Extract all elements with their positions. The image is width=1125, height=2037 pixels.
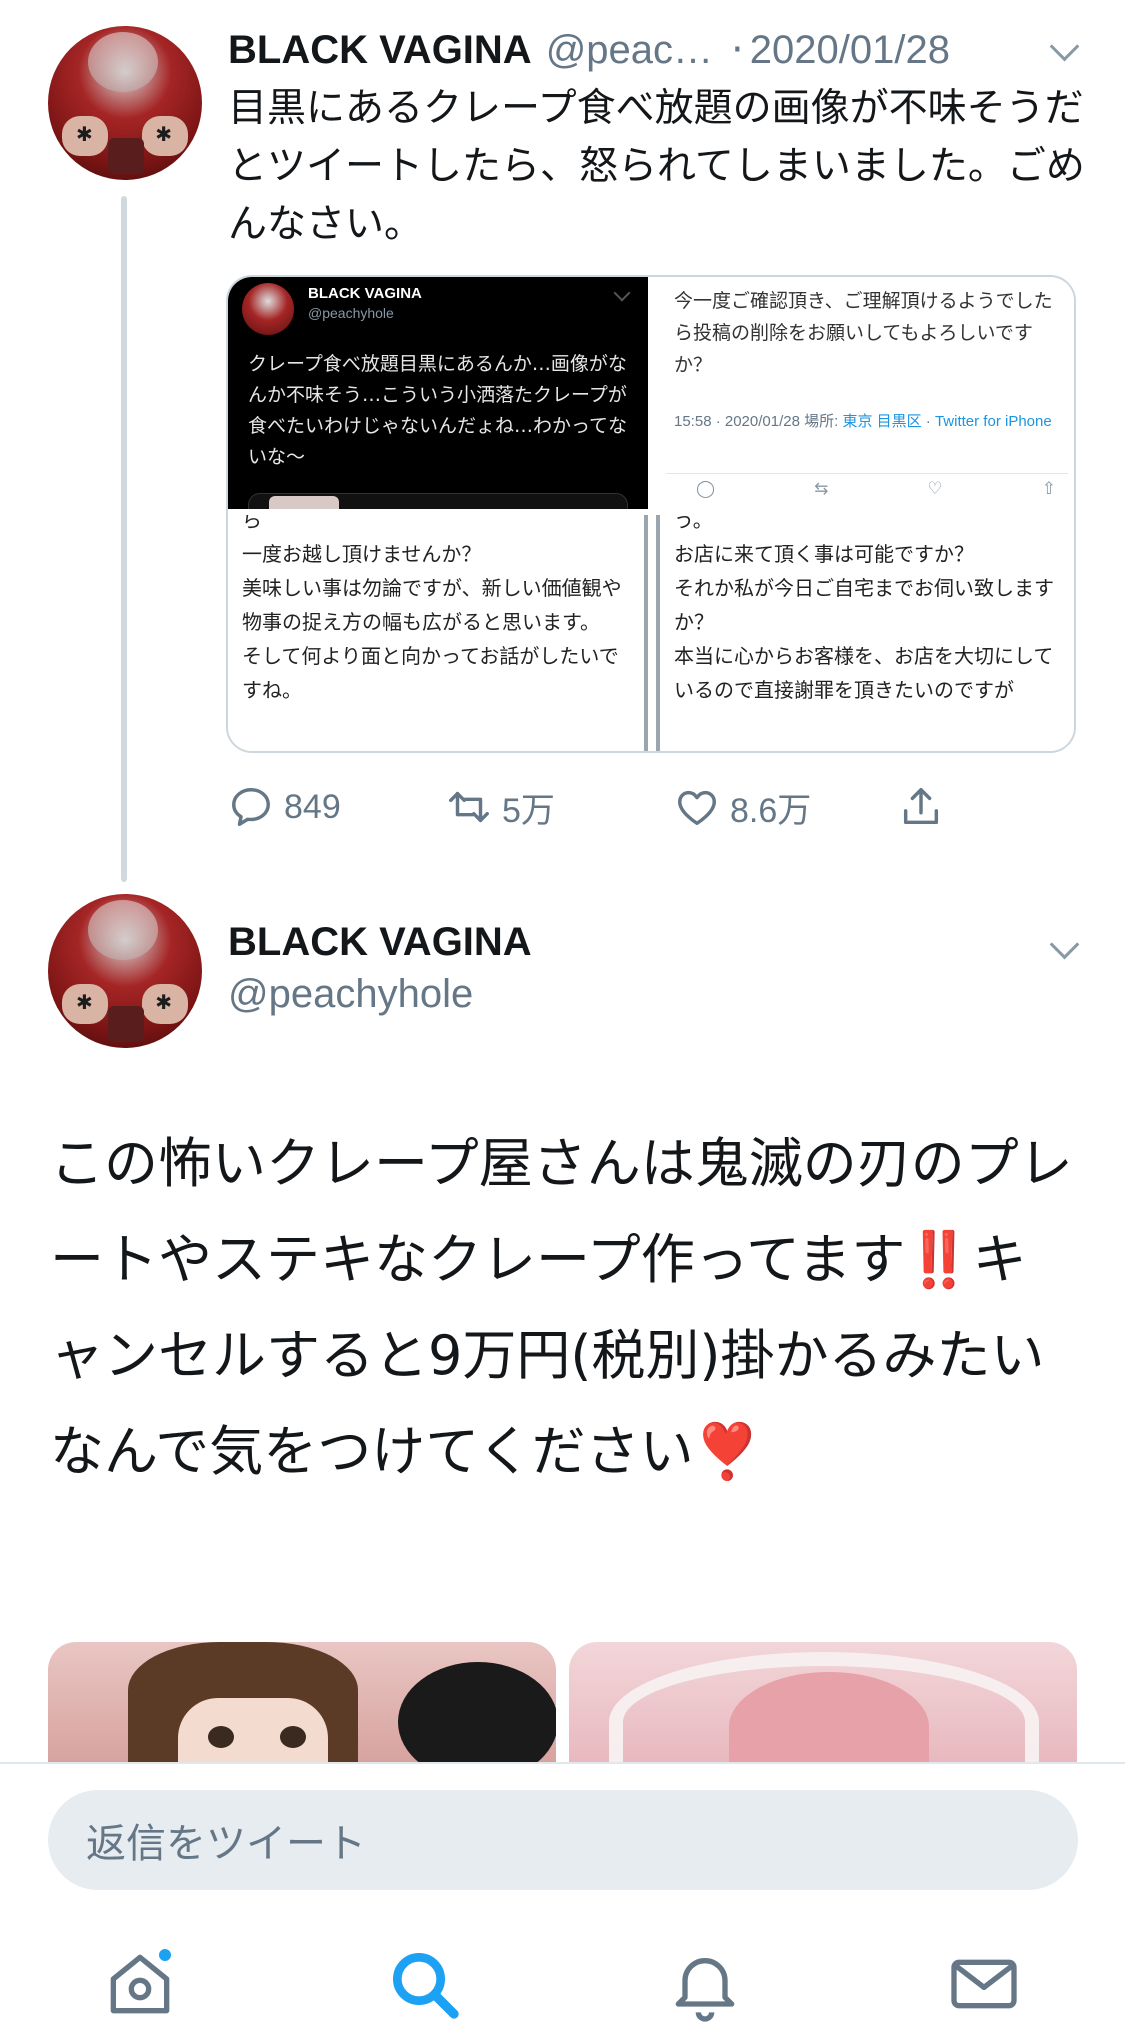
tweet-actions: 849 5万 8.6万 [228, 775, 988, 839]
like-count: 8.6万 [730, 791, 812, 830]
tab-messages[interactable] [944, 1944, 1024, 2024]
author-name[interactable]: BLACK VAGINA [228, 28, 532, 73]
screenshot-actions: ◯ ⇆ ♡ ⇧ [696, 479, 1056, 503]
author-name[interactable]: BLACK VAGINA [228, 920, 532, 965]
retweet-count: 5万 [502, 791, 555, 830]
chevron-down-icon [613, 284, 631, 302]
share-icon: ⇧ [1041, 479, 1056, 499]
tweet-date[interactable]: 2020/01/28 [750, 28, 950, 73]
reply-placeholder: 返信をツイート [86, 1821, 366, 1867]
avatar[interactable]: ✱ ✱ [48, 894, 202, 1048]
tweet-header: BLACK VAGINA @peac… · 2020/01/28 [228, 22, 950, 78]
chevron-down-icon[interactable] [1050, 934, 1076, 960]
search-icon [393, 1953, 459, 2019]
tweet-text: 目黒にあるクレープ食べ放題の画像が不味そうだとツイートしたら、怒られてしまいまし… [228, 86, 1085, 247]
chevron-down-icon[interactable] [1050, 36, 1076, 62]
tab-notifications[interactable] [665, 1944, 745, 2024]
tab-search[interactable] [384, 1944, 464, 2024]
like-button[interactable]: 8.6万 [674, 775, 811, 839]
heart-exclamation-emoji: ❣️ [693, 1420, 761, 1483]
separator: · [731, 27, 744, 73]
thread-connector [121, 196, 127, 882]
media-image-2[interactable] [569, 1642, 1077, 1762]
author-handle[interactable]: @peachyhole [228, 972, 473, 1017]
media-grid[interactable]: BLACK VAGINA @peachyhole クレープ食べ放題目黒にあるんか… [226, 275, 1076, 753]
author-name: BLACK VAGINA [308, 285, 422, 302]
screenshot-text: う。 お店に来て頂く事は可能ですか？ それか私が今日ご自宅までお伺い致しますか？… [674, 515, 1054, 702]
author-handle: @peachyhole [308, 305, 394, 321]
share-icon [903, 788, 939, 825]
link-card [248, 493, 628, 509]
screenshot-text: ら 一度お越し頂けませんか？ 美味しい事は勿論ですが、新しい価値観や物事の捉え方… [242, 515, 622, 702]
screenshot-meta: 15:58 · 2020/01/28 場所: 東京 目黒区 · Twitter … [674, 413, 1052, 430]
retweet-button[interactable]: 5万 [446, 775, 555, 839]
media-image-1[interactable] [48, 1642, 556, 1762]
retweet-icon [449, 791, 489, 823]
share-button[interactable] [898, 775, 944, 839]
reply-icon: ◯ [696, 479, 716, 499]
screenshot-text: 今一度ご確認頂き、ご理解頂けるようでしたら投稿の削除をお願いしてもよろしいですか… [674, 290, 1053, 376]
bottom-bar: 返信をツイート [0, 1762, 1125, 2037]
media-image-1[interactable]: BLACK VAGINA @peachyhole クレープ食べ放題目黒にあるんか… [228, 277, 648, 509]
reply-input[interactable]: 返信をツイート [48, 1790, 1078, 1890]
notifications-icon [675, 1958, 735, 2022]
new-content-indicator [156, 1946, 174, 1964]
messages-icon [951, 1959, 1017, 2009]
author-handle[interactable]: @peac… [546, 28, 713, 73]
screenshot-text: クレープ食べ放題目黒にあるんか…画像がなんか不味そう…こういう小洒落たクレープが… [248, 353, 628, 468]
like-icon: ♡ [927, 479, 943, 499]
reply-button[interactable]: 849 [228, 775, 341, 839]
like-icon [678, 790, 716, 826]
reply-icon [232, 788, 270, 826]
media-image-3[interactable]: ら 一度お越し頂けませんか？ 美味しい事は勿論ですが、新しい価値観や物事の捉え方… [228, 515, 648, 751]
retweet-icon: ⇆ [814, 479, 829, 499]
avatar[interactable]: ✱ ✱ [48, 26, 202, 180]
tweet-text: この怖いクレープ屋さんは鬼滅の刃のプレートやステキなクレープ作ってます‼️キャン… [50, 1132, 1073, 1483]
media-image-4[interactable]: う。 お店に来て頂く事は可能ですか？ それか私が今日ご自宅までお伺い致しますか？… [656, 515, 1074, 751]
reply-count: 849 [284, 787, 341, 826]
avatar [242, 283, 294, 335]
media-image-2[interactable]: 今一度ご確認頂き、ご理解頂けるようでしたら投稿の削除をお願いしてもよろしいですか… [656, 277, 1074, 509]
double-exclamation-emoji: ‼️ [905, 1228, 973, 1291]
